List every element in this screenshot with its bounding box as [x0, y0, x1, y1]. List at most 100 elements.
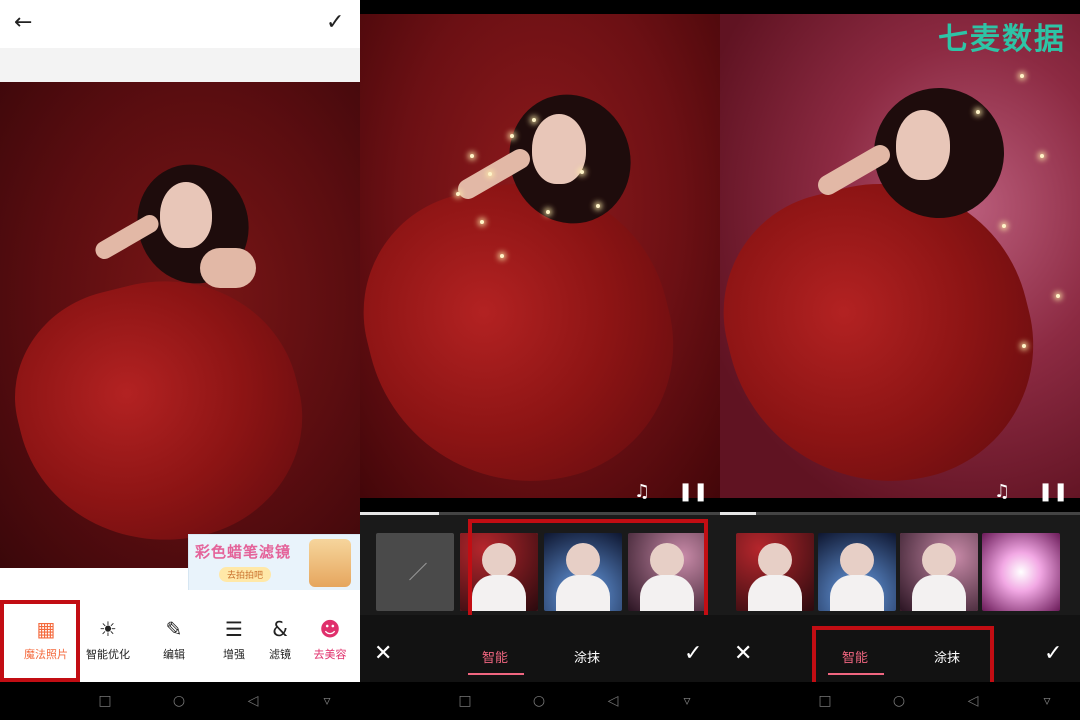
- menu-down-icon[interactable]: ▿: [1040, 694, 1054, 708]
- arrow-left-icon[interactable]: ←: [14, 12, 32, 34]
- sparkle: [1022, 344, 1026, 348]
- none-slash-icon: [409, 562, 427, 581]
- watermark: 七麦数据: [938, 22, 1066, 57]
- sparkle: [470, 154, 474, 158]
- close-icon[interactable]: ✕: [734, 643, 752, 665]
- music-note-icon[interactable]: ♫: [634, 482, 650, 502]
- status-strip: [720, 0, 1080, 14]
- close-icon[interactable]: ✕: [374, 643, 392, 665]
- check-icon[interactable]: ✓: [326, 12, 344, 34]
- effect-thumb[interactable]: [982, 533, 1060, 611]
- tool-label: 去美容: [313, 648, 347, 661]
- thumb-shirt: [830, 575, 884, 611]
- back-triangle-icon[interactable]: ◁: [966, 694, 980, 708]
- back-triangle-icon[interactable]: ◁: [246, 694, 260, 708]
- player-area: [720, 498, 1080, 512]
- preview-canvas[interactable]: [360, 14, 720, 498]
- face-shape: [896, 110, 950, 180]
- home-circle-icon[interactable]: ○: [172, 694, 186, 708]
- back-triangle-icon[interactable]: ◁: [606, 694, 620, 708]
- tool-label: 编辑: [163, 648, 185, 661]
- tool-remove-beauty[interactable]: ☻ 去美容: [302, 608, 358, 664]
- system-nav-bar: □ ○ ◁ ▿: [720, 682, 1080, 720]
- face-shape: [160, 182, 212, 248]
- thumb-face: [758, 543, 792, 577]
- music-note-icon[interactable]: ♫: [994, 482, 1010, 502]
- effect-thumb[interactable]: [900, 533, 978, 611]
- sparkle: [488, 172, 492, 176]
- menu-down-icon[interactable]: ▿: [320, 694, 334, 708]
- highlight-box: [812, 626, 994, 690]
- menu-down-icon[interactable]: ▿: [680, 694, 694, 708]
- sparkle: [480, 220, 484, 224]
- tool-filter[interactable]: & 滤镜: [262, 608, 298, 664]
- tool-label: 增强: [223, 648, 245, 661]
- edit-icon: ✎: [165, 617, 183, 641]
- tool-smart-optimize[interactable]: ☀ 智能优化: [80, 608, 136, 664]
- sliders-icon: ☰: [225, 617, 243, 641]
- square-icon[interactable]: □: [458, 694, 472, 708]
- sparkle: [1020, 74, 1024, 78]
- tool-label: 智能优化: [86, 648, 130, 661]
- sparkle: [456, 192, 460, 196]
- tool-enhance[interactable]: ☰ 增强: [206, 608, 262, 664]
- magic-photo-screen-galaxy: 七麦数据 ♫ ❚❚ ✕ 智能 涂抹 ✓ □ ○ ◁ ▿: [720, 0, 1080, 720]
- top-bar: ← ✓: [0, 0, 360, 48]
- thumb-shirt: [748, 575, 802, 611]
- check-icon[interactable]: ✓: [1044, 643, 1062, 665]
- shoulder-shape: [200, 248, 256, 288]
- sparkle: [596, 204, 600, 208]
- check-icon[interactable]: ✓: [684, 643, 702, 665]
- magic-photo-screen-sparkle: ♫ ❚❚ ✕ 智能 涂抹 ✓ □ ○ ◁ ▿: [360, 0, 720, 720]
- face-shape: [532, 114, 586, 184]
- filter-icon: &: [272, 617, 288, 641]
- ad-title: 彩色蜡笔滤镜: [195, 543, 292, 561]
- spacer: [0, 48, 360, 82]
- tab-smart[interactable]: 智能: [482, 647, 508, 666]
- effect-none-thumb[interactable]: [376, 533, 454, 611]
- system-nav-bar: □ ○ ◁ ▿: [0, 682, 360, 720]
- sparkle: [976, 110, 980, 114]
- pause-icon[interactable]: ❚❚: [678, 482, 708, 502]
- photo-canvas[interactable]: [0, 82, 360, 568]
- home-circle-icon[interactable]: ○: [892, 694, 906, 708]
- action-bar: ✕ 智能 涂抹 ✓: [360, 615, 720, 682]
- thumb-face: [840, 543, 874, 577]
- photo-editor-screen: ← ✓ 彩色蜡笔滤镜 去拍拍吧 ▦ 魔法照片 ☀ 智能优化 ✎ 编辑 ☰ 增强: [0, 0, 360, 720]
- square-icon[interactable]: □: [98, 694, 112, 708]
- tab-paint[interactable]: 涂抹: [574, 647, 600, 666]
- tool-label: 滤镜: [269, 648, 291, 661]
- pause-icon[interactable]: ❚❚: [1038, 482, 1068, 502]
- dress-shape: [720, 152, 1062, 498]
- sparkle: [532, 118, 536, 122]
- sparkle: [546, 210, 550, 214]
- lightbulb-icon: ☀: [99, 617, 117, 641]
- thumb-shirt: [912, 575, 966, 611]
- dress-shape: [0, 251, 328, 568]
- status-strip: [360, 0, 720, 14]
- sparkle: [500, 254, 504, 258]
- sparkle: [510, 134, 514, 138]
- home-circle-icon[interactable]: ○: [532, 694, 546, 708]
- player-area: [360, 498, 720, 512]
- beauty-icon: ☻: [319, 617, 341, 641]
- cat-illustration-icon: [309, 539, 351, 587]
- sparkle: [580, 170, 584, 174]
- ad-banner[interactable]: 彩色蜡笔滤镜 去拍拍吧: [188, 534, 360, 592]
- effect-strip: [720, 515, 1080, 615]
- sparkle: [1056, 294, 1060, 298]
- thumb-face: [922, 543, 956, 577]
- sparkle: [1002, 224, 1006, 228]
- effect-thumb[interactable]: [818, 533, 896, 611]
- thumb-bg: [982, 533, 1060, 611]
- effect-thumb[interactable]: [736, 533, 814, 611]
- ad-subtitle: 去拍拍吧: [219, 567, 272, 582]
- tool-edit[interactable]: ✎ 编辑: [146, 608, 202, 664]
- highlight-box: [0, 600, 80, 682]
- sparkle: [1040, 154, 1044, 158]
- preview-canvas[interactable]: [720, 14, 1080, 498]
- system-nav-bar: □ ○ ◁ ▿: [360, 682, 720, 720]
- tab-underline: [468, 673, 524, 675]
- highlight-box: [468, 519, 708, 629]
- square-icon[interactable]: □: [818, 694, 832, 708]
